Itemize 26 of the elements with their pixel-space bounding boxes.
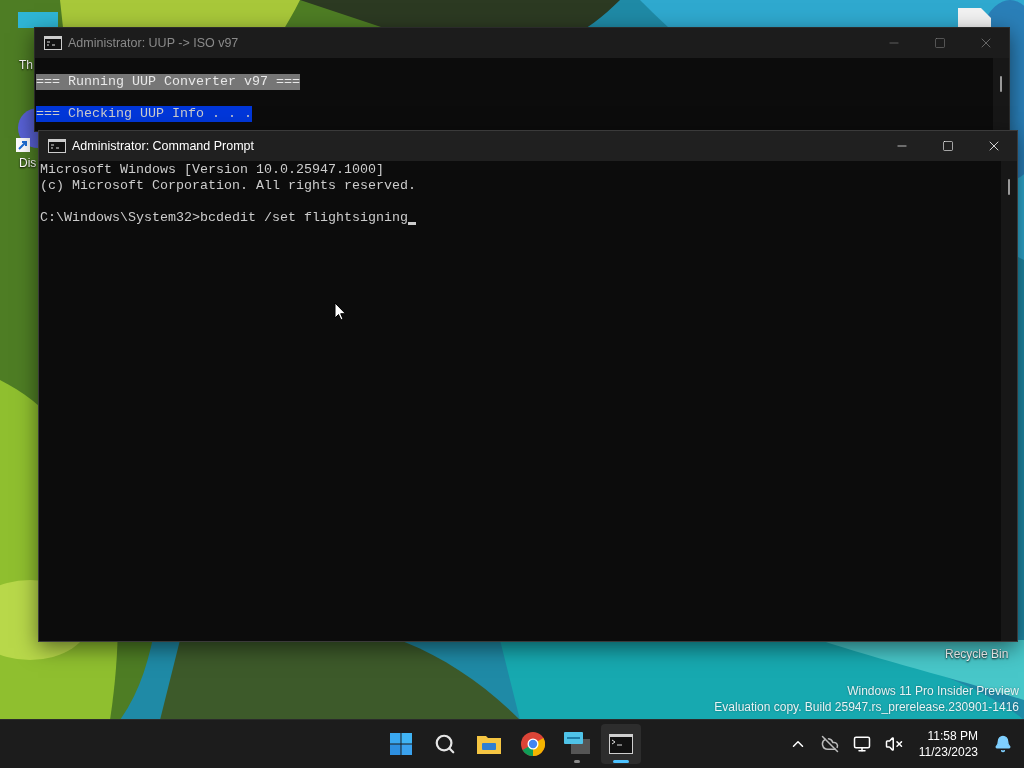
watermark-text: Windows 11 Pro Insider Preview	[847, 683, 1019, 699]
window-title: Administrator: Command Prompt	[72, 139, 255, 153]
scrollbar[interactable]	[1001, 161, 1017, 641]
desktop-icon-label[interactable]: Dis	[19, 156, 37, 170]
mouse-pointer-icon	[334, 302, 346, 321]
clock-time[interactable]: 11:58 PM	[927, 728, 978, 744]
search-icon	[434, 733, 456, 755]
console-icon	[44, 36, 62, 50]
desktop-icon-label[interactable]: Th	[19, 58, 33, 72]
browser-icon	[521, 732, 545, 756]
console-line: (c) Microsoft Corporation. All rights reserved.	[40, 178, 416, 194]
terminal-icon	[609, 734, 633, 754]
console-line: Microsoft Windows [Version 10.0.25947.1000]	[40, 162, 384, 178]
app-tile-icon[interactable]	[18, 12, 58, 28]
console-line: C:\Windows\System32>bcdedit /set flightsigning	[40, 210, 408, 226]
windows-logo-icon	[390, 733, 412, 755]
scrollbar[interactable]	[993, 58, 1009, 131]
maximize-icon	[934, 37, 946, 49]
taskbar-app-button[interactable]	[601, 724, 641, 764]
remote-desktop-icon	[564, 732, 590, 756]
console-icon	[48, 139, 66, 153]
maximize-icon	[942, 140, 954, 152]
clock-date[interactable]: 11/23/2023	[918, 744, 978, 760]
folder-icon	[477, 734, 501, 754]
watermark-text: Evaluation copy. Build 25947.rs_prerelease.230901-1416	[714, 699, 1019, 715]
window-title: Administrator: UUP -> ISO v97	[68, 36, 240, 50]
